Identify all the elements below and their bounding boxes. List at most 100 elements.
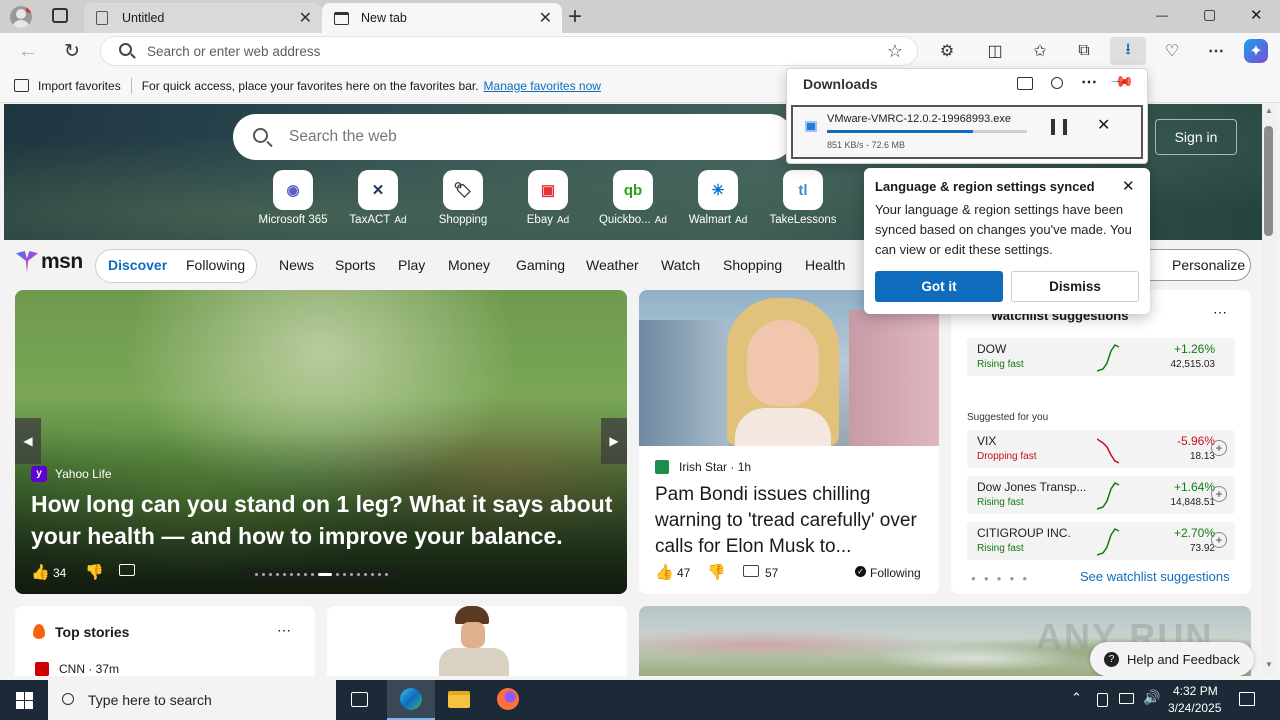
network-icon[interactable] (1119, 693, 1134, 704)
more-options-icon[interactable]: ⋯ (277, 622, 291, 639)
personalize-button[interactable]: Personalize (1136, 249, 1251, 281)
add-to-watchlist-button[interactable]: + (1211, 440, 1227, 456)
msn-logo[interactable]: msn (16, 250, 83, 274)
scroll-up-arrow[interactable]: ▲ (1265, 106, 1273, 115)
hero-story-card[interactable]: ◀ ▶ y Yahoo Life How long can you stand … (15, 290, 627, 594)
maximize-button[interactable]: ▢ (1203, 6, 1216, 23)
more-options-icon[interactable]: ⋯ (1081, 72, 1097, 92)
more-menu-icon[interactable]: ⋯ (1202, 37, 1230, 65)
following-label[interactable]: Following (870, 566, 921, 580)
pin-icon[interactable]: 📌 (1109, 69, 1135, 95)
refresh-icon[interactable]: ↻ (58, 37, 86, 65)
close-icon[interactable]: ✕ (1122, 177, 1135, 195)
extensions-icon[interactable]: ⚙ (933, 37, 961, 65)
dislike-icon[interactable]: 👎 (707, 563, 726, 581)
edge-taskbar-icon[interactable] (387, 680, 435, 720)
new-tab-button[interactable]: + (568, 3, 582, 31)
watchlist-row[interactable]: CITIGROUP INC. Rising fast +2.70% 73.92 + (967, 522, 1235, 560)
import-favorites-icon[interactable] (14, 79, 29, 92)
comment-icon[interactable] (743, 565, 759, 577)
dislike-icon[interactable]: 👎 (85, 563, 104, 581)
quick-link[interactable]: ▣ Ebay Ad (508, 170, 588, 226)
tab-following[interactable]: Following (186, 257, 245, 273)
quick-link[interactable]: 🏷 Shopping (423, 170, 503, 226)
carousel-dot[interactable] (275, 572, 279, 576)
address-bar[interactable]: Search or enter web address ☆ (100, 36, 918, 66)
scrollbar-thumb[interactable] (1264, 126, 1273, 236)
file-explorer-icon[interactable] (448, 691, 470, 708)
carousel-next-button[interactable]: ▶ (601, 418, 627, 464)
collections-icon[interactable]: ⧉ (1070, 37, 1098, 65)
nav-item-sports[interactable]: Sports (335, 257, 375, 273)
browser-essentials-icon[interactable]: ♡ (1158, 37, 1186, 65)
carousel-dot[interactable] (310, 572, 314, 576)
carousel-dot[interactable] (254, 572, 258, 576)
like-icon[interactable]: 👍 (655, 563, 674, 581)
see-watchlist-link[interactable]: See watchlist suggestions (1080, 569, 1230, 584)
watchlist-row[interactable]: VIX Dropping fast -5.96% 18.13 + (967, 430, 1235, 468)
tab-new-tab[interactable]: New tab ✕ (322, 3, 562, 33)
volume-icon[interactable]: 🔊 (1143, 689, 1160, 706)
firefox-icon[interactable] (497, 688, 519, 710)
comment-icon[interactable] (119, 564, 135, 576)
manage-favorites-link[interactable]: Manage favorites now (484, 79, 601, 93)
close-tab-icon[interactable]: ✕ (539, 8, 552, 28)
task-view-icon[interactable] (351, 692, 368, 707)
clock-date[interactable]: 3/24/2025 (1168, 701, 1221, 715)
download-item[interactable]: VMware-VMRC-12.0.2-19968993.exe 851 KB/s… (791, 105, 1143, 159)
carousel-dot[interactable] (289, 572, 293, 576)
nav-item-watch[interactable]: Watch (661, 257, 700, 273)
carousel-dot[interactable] (377, 572, 381, 576)
back-icon[interactable]: ← (14, 37, 42, 65)
close-window-button[interactable]: ✕ (1250, 6, 1263, 24)
profile-avatar[interactable] (10, 6, 32, 28)
carousel-dot[interactable] (317, 572, 332, 576)
watchlist-row[interactable]: DOW Rising fast +1.26% 42,515.03 (967, 338, 1235, 376)
favorite-star-icon[interactable]: ☆ (887, 41, 903, 62)
nav-item-weather[interactable]: Weather (586, 257, 639, 273)
story-headline[interactable]: How long can you stand on 1 leg? What it… (31, 488, 621, 552)
side-story-card[interactable]: Irish Star · 1h Pam Bondi issues chillin… (639, 290, 939, 594)
favorites-icon[interactable]: ✩ (1026, 37, 1054, 65)
split-screen-icon[interactable]: ◫ (981, 37, 1009, 65)
tab-untitled[interactable]: Untitled ✕ (84, 3, 322, 33)
watchlist-row[interactable]: Dow Jones Transp... Rising fast +1.64% 14,8… (967, 476, 1235, 514)
pause-icon[interactable] (1051, 119, 1067, 135)
tab-discover[interactable]: Discover (108, 257, 167, 273)
quick-link[interactable]: qb Quickbo... Ad (593, 170, 673, 226)
carousel-prev-button[interactable]: ◀ (15, 418, 41, 464)
carousel-dot[interactable] (349, 572, 353, 576)
clock-time[interactable]: 4:32 PM (1173, 684, 1218, 698)
scroll-down-arrow[interactable]: ▼ (1265, 660, 1273, 669)
sign-in-button[interactable]: Sign in (1155, 119, 1237, 155)
ad-card[interactable] (327, 606, 627, 676)
nav-item-health[interactable]: Health (805, 257, 845, 273)
start-button[interactable] (16, 692, 33, 709)
carousel-dot[interactable] (356, 572, 360, 576)
close-tab-icon[interactable]: ✕ (299, 8, 312, 28)
taskbar-search-box[interactable]: Type here to search (48, 680, 336, 720)
device-icon[interactable] (1097, 693, 1108, 707)
like-icon[interactable]: 👍 (31, 563, 50, 581)
open-folder-icon[interactable] (1017, 77, 1033, 90)
minimize-button[interactable]: — (1156, 8, 1168, 22)
dismiss-button[interactable]: Dismiss (1011, 271, 1139, 302)
carousel-dot[interactable] (303, 572, 307, 576)
carousel-dot[interactable] (363, 572, 367, 576)
import-favorites-link[interactable]: Import favorites (38, 79, 121, 93)
tray-chevron-icon[interactable]: ⌃ (1071, 690, 1082, 706)
downloads-icon[interactable]: ⭳ (1110, 37, 1146, 65)
tab-actions-icon[interactable] (52, 8, 68, 23)
more-options-icon[interactable]: ⋯ (1213, 304, 1227, 321)
notification-icon[interactable] (1239, 692, 1255, 706)
add-to-watchlist-button[interactable]: + (1211, 532, 1227, 548)
quick-link[interactable]: tl TakeLessons (763, 170, 843, 226)
carousel-dot[interactable] (282, 572, 286, 576)
carousel-dot[interactable] (384, 572, 388, 576)
story-headline[interactable]: Pam Bondi issues chilling warning to 'tr… (655, 482, 931, 560)
cancel-download-icon[interactable]: ✕ (1097, 115, 1110, 135)
quick-link[interactable]: ✕ TaxACT Ad (338, 170, 418, 226)
nav-item-shopping[interactable]: Shopping (723, 257, 782, 273)
quick-link[interactable]: ◉ Microsoft 365 (253, 170, 333, 226)
carousel-dot[interactable] (296, 572, 300, 576)
